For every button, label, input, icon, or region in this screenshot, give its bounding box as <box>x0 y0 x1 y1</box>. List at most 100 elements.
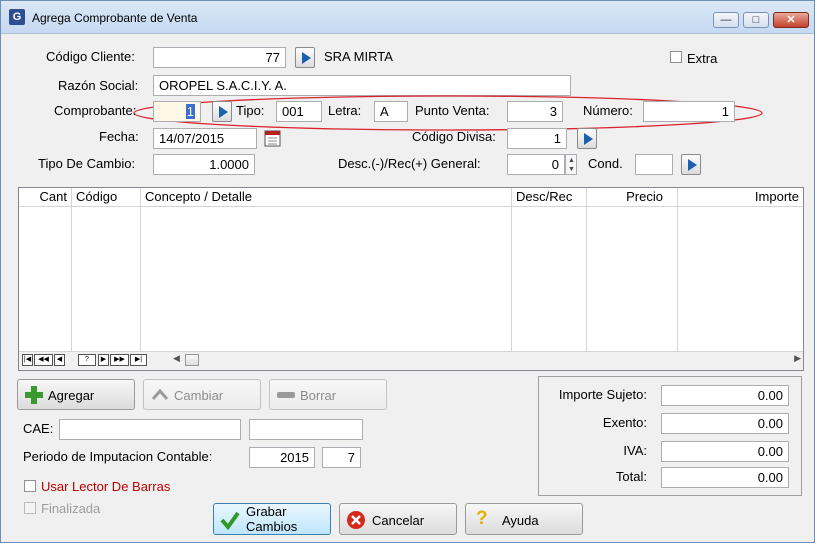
codigo-divisa-label: Código Divisa: <box>412 129 496 144</box>
agregar-label: Agregar <box>48 388 95 403</box>
cond-input[interactable] <box>635 154 673 175</box>
codigo-divisa-input[interactable]: 1 <box>507 128 567 149</box>
chevron-up-icon <box>151 388 169 400</box>
total-label: Total: <box>615 469 647 484</box>
cae-vencimiento-input[interactable] <box>249 419 363 440</box>
iva-value: 0.00 <box>661 441 789 462</box>
desc-rec-spinner[interactable]: ▲ ▼ <box>565 154 577 175</box>
prev-record-icon[interactable]: ◀ <box>54 354 65 366</box>
punto-venta-label: Punto Venta: <box>415 103 490 118</box>
comprobante-value: 1 <box>185 104 195 119</box>
comprobante-input[interactable]: 1 <box>153 101 201 122</box>
help-question-icon: ? <box>476 508 488 529</box>
grabar-label-1: Grabar <box>246 504 287 519</box>
play-arrow-icon <box>219 106 228 118</box>
grid-divider <box>140 188 141 351</box>
main-window: G Agrega Comprobante de Venta — □ ✕ Códi… <box>0 0 815 543</box>
finalizada-checkbox[interactable] <box>24 502 36 514</box>
importe-sujeto-label: Importe Sujeto: <box>558 387 647 402</box>
importe-sujeto-value: 0.00 <box>661 385 789 406</box>
borrar-button[interactable]: Borrar <box>269 379 387 410</box>
cancelar-label: Cancelar <box>372 513 425 528</box>
cond-label: Cond. <box>588 156 623 171</box>
extra-label: Extra <box>687 51 718 66</box>
ayuda-label: Ayuda <box>502 513 539 528</box>
exento-label: Exento: <box>602 415 647 430</box>
play-arrow-icon <box>584 133 593 145</box>
prev-page-icon[interactable]: ◀◀ <box>34 354 53 366</box>
cancelar-button[interactable]: Cancelar <box>339 503 457 535</box>
col-concepto[interactable]: Concepto / Detalle <box>141 188 511 206</box>
buscar-cliente-button[interactable] <box>295 47 315 68</box>
tipo-cambio-input[interactable]: 1.0000 <box>153 154 255 175</box>
usar-lector-checkbox[interactable] <box>24 480 36 492</box>
last-record-icon[interactable]: ▶| <box>130 354 147 366</box>
minus-icon <box>277 392 295 398</box>
letra-input[interactable]: A <box>374 101 408 122</box>
letra-label: Letra: <box>328 103 362 118</box>
cae-label: CAE: <box>23 421 54 436</box>
numero-input[interactable]: 1 <box>643 101 735 122</box>
cambiar-button[interactable]: Cambiar <box>143 379 261 410</box>
col-codigo[interactable]: Código <box>72 188 141 206</box>
horizontal-scroll-thumb[interactable] <box>185 354 199 366</box>
numero-label: Número: <box>583 103 633 118</box>
borrar-label: Borrar <box>300 388 337 403</box>
spin-up-icon: ▲ <box>568 157 575 164</box>
periodo-label: Periodo de Imputacion Contable: <box>23 449 213 464</box>
grid-header: Cant Código Concepto / Detalle Desc/Rec … <box>19 188 803 207</box>
calendar-icon[interactable] <box>263 128 283 148</box>
extra-checkbox[interactable] <box>670 51 682 63</box>
finalizada-label: Finalizada <box>41 501 101 516</box>
grid-divider <box>586 188 587 351</box>
close-icon: ✕ <box>786 14 796 26</box>
buscar-divisa-button[interactable] <box>577 128 597 149</box>
exento-value: 0.00 <box>661 413 789 434</box>
title-bar: G Agrega Comprobante de Venta — □ ✕ <box>1 1 814 34</box>
col-desc-rec[interactable]: Desc/Rec <box>512 188 586 206</box>
fecha-input[interactable]: 14/07/2015 <box>153 128 257 149</box>
total-value: 0.00 <box>661 467 789 488</box>
items-grid[interactable]: Cant Código Concepto / Detalle Desc/Rec … <box>18 187 804 371</box>
buscar-cond-button[interactable] <box>681 154 701 175</box>
window-title: Agrega Comprobante de Venta <box>32 11 198 25</box>
scroll-left-icon[interactable]: ◀ <box>173 353 180 364</box>
app-logo-icon: G <box>9 9 25 25</box>
help-nav-icon[interactable]: ? <box>78 354 96 366</box>
grid-divider <box>677 188 678 351</box>
desc-rec-label: Desc.(-)/Rec(+) General: <box>338 156 481 171</box>
fecha-label: Fecha: <box>99 129 139 144</box>
cae-input[interactable] <box>59 419 241 440</box>
tipo-label: Tipo: <box>236 103 265 118</box>
col-importe[interactable]: Importe <box>678 188 803 206</box>
scroll-right-icon[interactable]: ▶ <box>794 353 801 364</box>
codigo-cliente-label: Código Cliente: <box>46 49 135 64</box>
col-cant[interactable]: Cant <box>19 188 71 206</box>
codigo-cliente-input[interactable]: 77 <box>153 47 286 68</box>
form-body: Código Cliente: 77 SRA MIRTA Extra Razón… <box>8 34 809 537</box>
periodo-year-input[interactable]: 2015 <box>249 447 315 468</box>
cambiar-label: Cambiar <box>174 388 224 403</box>
desc-rec-input[interactable]: 0 <box>507 154 565 175</box>
maximize-icon: □ <box>752 14 760 26</box>
buscar-comprobante-button[interactable] <box>212 101 232 122</box>
maximize-button[interactable]: □ <box>743 12 769 28</box>
add-plus-icon <box>25 386 43 404</box>
punto-venta-input[interactable]: 3 <box>507 101 563 122</box>
next-record-icon[interactable]: ▶ <box>98 354 109 366</box>
col-precio[interactable]: Precio <box>587 188 667 206</box>
usar-lector-label: Usar Lector De Barras <box>41 479 171 494</box>
minimize-button[interactable]: — <box>713 12 739 28</box>
grid-divider <box>71 188 72 351</box>
next-page-icon[interactable]: ▶▶ <box>110 354 129 366</box>
close-button[interactable]: ✕ <box>773 12 809 28</box>
first-record-icon[interactable]: |◀ <box>22 354 33 366</box>
play-arrow-icon <box>688 159 697 171</box>
grabar-cambios-button[interactable]: Grabar Cambios <box>213 503 331 535</box>
periodo-month-input[interactable]: 7 <box>322 447 361 468</box>
tipo-input[interactable]: 001 <box>276 101 322 122</box>
agregar-button[interactable]: Agregar <box>17 379 135 410</box>
iva-label: IVA: <box>623 443 647 458</box>
ayuda-button[interactable]: ? Ayuda <box>465 503 583 535</box>
cliente-nombre: SRA MIRTA <box>324 49 393 64</box>
